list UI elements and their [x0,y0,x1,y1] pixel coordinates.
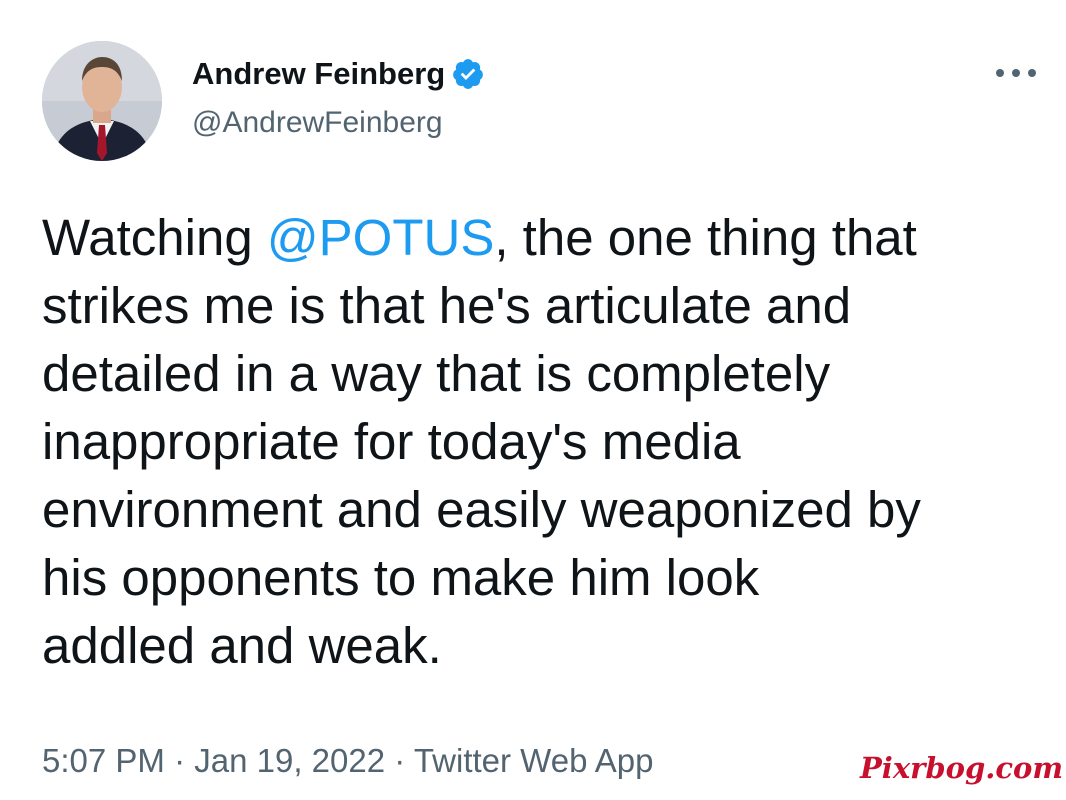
tweet-line: his opponents to make him look [42,549,760,606]
tweet-time[interactable]: 5:07 PM [42,742,165,779]
tweet-line: detailed in a way that is completely [42,345,831,402]
separator: · [385,742,414,779]
more-horizontal-icon-dot [1012,69,1020,77]
author-name-text[interactable]: Andrew Feinberg [192,54,445,94]
tweet-line: environment and easily weaponized by [42,481,921,538]
more-horizontal-icon [996,69,1004,77]
verified-badge-icon [451,57,485,91]
tweet-line: strikes me is that he's articulate and [42,277,852,334]
tweet-text-segment: Watching [42,209,267,266]
author-handle[interactable]: @AndrewFeinberg [192,103,443,143]
tweet-line: inappropriate for today's media [42,413,741,470]
separator: · [164,742,195,779]
tweet-line: addled and weak. [42,617,442,674]
watermark: Pixrbog.com [860,751,1064,785]
tweet-source[interactable]: Twitter Web App [414,742,654,779]
mention-link[interactable]: @POTUS [267,209,494,266]
more-horizontal-icon-dot [1028,69,1036,77]
tweet-date[interactable]: Jan 19, 2022 [194,742,385,779]
author-name[interactable]: Andrew Feinberg [192,54,485,94]
tweet-line: Watching @POTUS, the one thing that [42,204,1042,272]
profile-photo [42,41,162,161]
tweet-metadata: 5:07 PM · Jan 19, 2022 · Twitter Web App [42,740,653,782]
tweet-text-segment: , the one thing that [494,209,917,266]
tweet-text: Watching @POTUS, the one thing that stri… [42,204,1042,680]
avatar[interactable] [42,41,162,161]
more-options-button[interactable] [996,60,1036,86]
